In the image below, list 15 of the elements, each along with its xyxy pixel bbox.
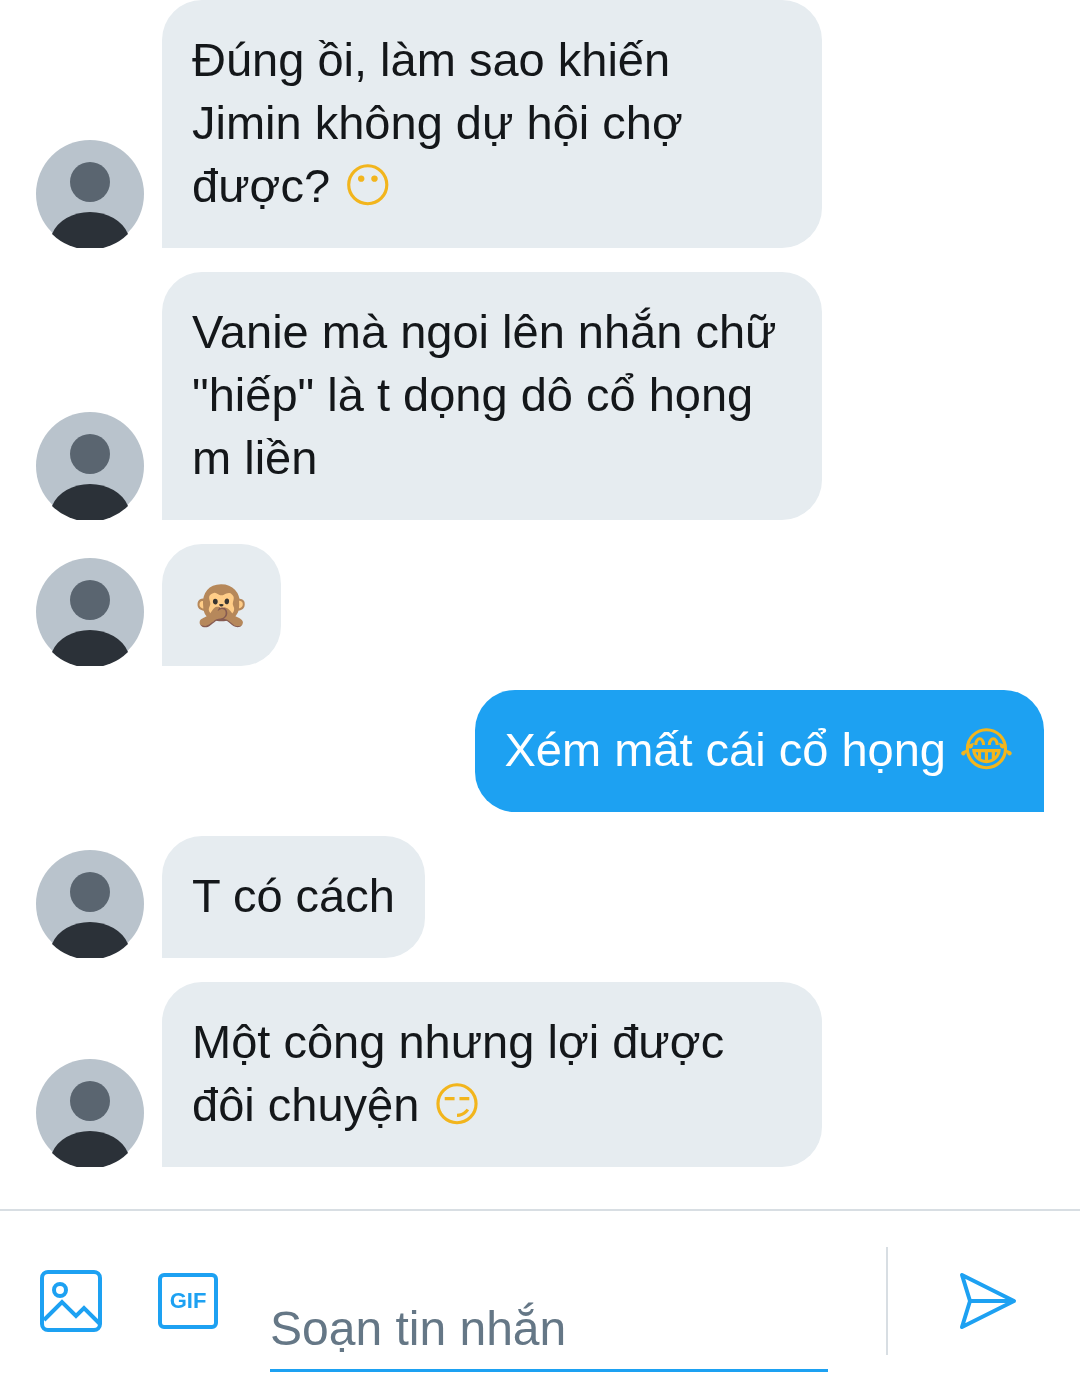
avatar[interactable]: [36, 140, 144, 248]
avatar[interactable]: [36, 558, 144, 666]
message-text: Một công nhưng lợi được đôi chuyện 😏: [192, 1014, 726, 1134]
send-icon[interactable]: [958, 1271, 1018, 1331]
avatar[interactable]: [36, 850, 144, 958]
message-text: Xém mất cái cổ họng 😂: [504, 721, 1014, 779]
message-input[interactable]: Soạn tin nhắn: [270, 1288, 828, 1372]
message-text: 🙊: [192, 575, 251, 633]
gif-button[interactable]: GIF: [158, 1273, 218, 1329]
message-text: Đúng ồi, làm sao khiến Jimin không dự hội chợ được? 😶: [192, 32, 684, 215]
image-icon[interactable]: [40, 1270, 102, 1332]
message-text: T có cách: [192, 868, 395, 924]
avatar[interactable]: [36, 412, 144, 520]
avatar[interactable]: [36, 1059, 144, 1167]
message-text: Vanie mà ngoi lên nhắn chữ "hiếp" là t dọng dô cổ họng m liền: [192, 304, 778, 486]
